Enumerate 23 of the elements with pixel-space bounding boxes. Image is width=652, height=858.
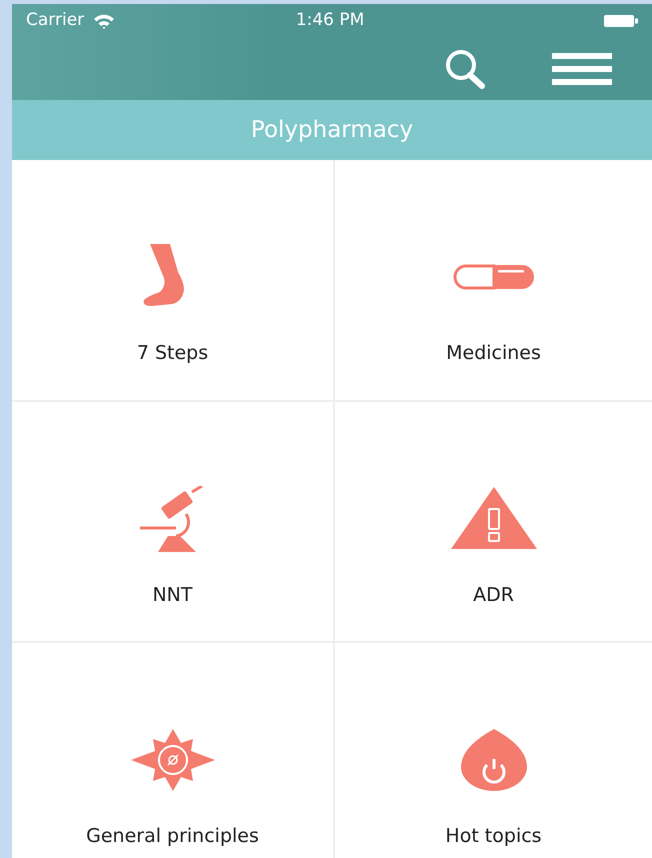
menu-tile[interactable]: General principles	[12, 643, 335, 858]
microscope-icon	[140, 486, 206, 552]
wifi-icon	[92, 13, 116, 29]
tile-label: 7 Steps	[136, 341, 208, 366]
tile-label: Medicines	[446, 341, 541, 366]
clock-time: 1:46 PM	[296, 9, 364, 32]
page-title: Polypharmacy	[250, 116, 414, 145]
tile-label: Hot topics	[445, 824, 542, 849]
menu-tile[interactable]: Hot topics	[335, 643, 652, 858]
tile-label: NNT	[152, 583, 193, 608]
carrier-label: Carrier	[26, 9, 84, 32]
warning-icon	[450, 487, 536, 551]
battery-icon	[604, 14, 638, 28]
menu-tile[interactable]: ADR	[335, 402, 652, 643]
compass-icon	[130, 729, 214, 791]
menu-icon[interactable]	[552, 53, 612, 85]
pill-icon	[452, 264, 536, 290]
tile-label: ADR	[473, 583, 514, 608]
menu-tile[interactable]: Medicines	[335, 160, 652, 402]
flame-icon	[460, 729, 526, 791]
menu-tile[interactable]: 7 Steps	[12, 160, 335, 402]
tile-label: General principles	[86, 824, 259, 849]
menu-tile[interactable]: NNT	[12, 402, 335, 643]
